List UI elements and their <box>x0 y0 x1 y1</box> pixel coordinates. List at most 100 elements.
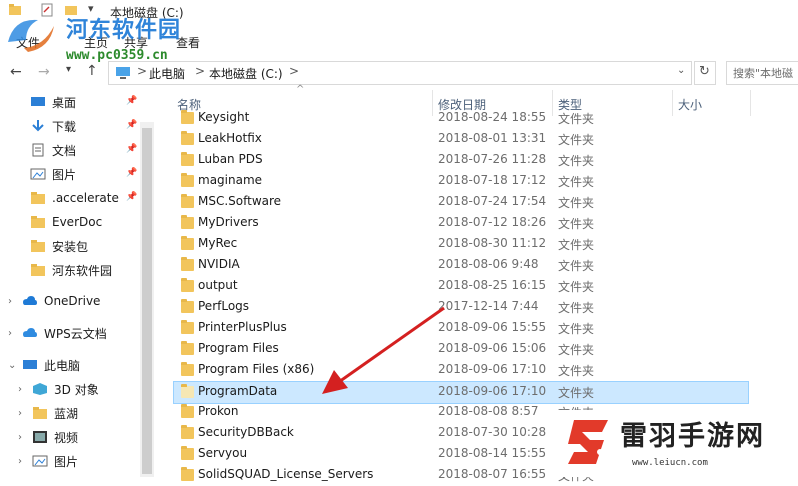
up-arrow-icon[interactable]: ↑ <box>86 63 98 79</box>
file-type: 文件夹 <box>558 238 595 252</box>
recent-locations-icon[interactable]: ▾ <box>66 64 71 75</box>
navigation-pane: 桌面 📌 下载 📌 文档 📌 图片 📌 .accelerate 📌 EverDoc 安装包 河东软件园 ›… <box>0 90 156 477</box>
file-row[interactable]: PerfLogs 2017-12-14 7:44 文件夹 <box>174 297 748 318</box>
file-type: 文件夹 <box>558 322 595 336</box>
sidebar-item-quick-2[interactable]: 文档 <box>30 139 76 161</box>
file-row[interactable]: NVIDIA 2018-08-06 9:48 文件夹 <box>174 255 748 276</box>
picture-icon <box>32 454 48 468</box>
file-name: MyDrivers <box>198 215 259 229</box>
file-name: Luban PDS <box>198 152 263 166</box>
pin-icon[interactable]: 📌 <box>126 120 137 130</box>
sidebar-item-thispc-3[interactable]: › 图片 <box>18 450 78 472</box>
file-type: 文件夹 <box>558 217 595 231</box>
sidebar-item-label: 此电脑 <box>44 358 81 373</box>
folder-icon <box>181 152 194 166</box>
sidebar-item-label: OneDrive <box>44 294 101 308</box>
breadcrumb-drive-c[interactable]: 本地磁盘 (C:) <box>209 65 283 82</box>
file-name: Program Files <box>198 341 279 355</box>
breadcrumb-thispc[interactable]: 此电脑 <box>149 65 185 82</box>
pin-icon[interactable]: 📌 <box>126 96 137 106</box>
file-type: 文件夹 <box>558 343 595 357</box>
folder-icon <box>30 191 46 205</box>
sidebar-item-thispc-2[interactable]: › 视频 <box>18 426 78 448</box>
back-arrow-icon[interactable]: ← <box>10 64 22 80</box>
file-name: PerfLogs <box>198 299 250 313</box>
file-row[interactable]: Luban PDS 2018-07-26 11:28 文件夹 <box>174 150 748 171</box>
file-date: 2018-07-26 11:28 <box>438 152 547 166</box>
forward-arrow-icon[interactable]: → <box>38 64 50 80</box>
folder-icon <box>181 384 194 398</box>
expand-chevron-icon[interactable]: › <box>18 456 22 467</box>
file-name: Program Files (x86) <box>198 362 315 376</box>
refresh-icon: ↻ <box>699 64 710 79</box>
sidebar-item-onedrive[interactable]: › OneDrive <box>8 290 101 312</box>
sidebar-item-quick-5[interactable]: EverDoc <box>30 211 102 233</box>
file-name: MyRec <box>198 236 238 250</box>
search-box[interactable]: 搜索"本地磁 <box>726 61 798 85</box>
brand-name: 雷羽手游网 <box>620 421 765 452</box>
file-date: 2018-07-18 17:12 <box>438 173 547 187</box>
refresh-button[interactable]: ↻ <box>694 61 716 85</box>
file-row[interactable]: output 2018-08-25 16:15 文件夹 <box>174 276 748 297</box>
file-row[interactable]: PrinterPlusPlus 2018-09-06 15:55 文件夹 <box>174 318 748 339</box>
file-row[interactable]: Program Files 2018-09-06 15:06 文件夹 <box>174 339 748 360</box>
expand-chevron-icon[interactable]: › <box>8 296 12 307</box>
column-divider[interactable] <box>750 90 751 116</box>
sidebar-item-quick-7[interactable]: 河东软件园 <box>30 259 112 281</box>
folder-icon <box>181 257 194 271</box>
sidebar-item-thispc-0[interactable]: › 3D 对象 <box>18 378 99 400</box>
sidebar-item-label: 图片 <box>52 167 77 182</box>
pin-icon[interactable]: 📌 <box>126 168 137 178</box>
file-name: output <box>198 278 238 292</box>
watermark-logo-icon <box>8 19 54 52</box>
folder-icon <box>181 131 194 145</box>
folder-icon <box>181 110 194 124</box>
file-row[interactable]: Keysight 2018-08-24 18:55 文件夹 <box>174 108 748 129</box>
expand-chevron-icon[interactable]: ⌄ <box>8 360 16 371</box>
expand-chevron-icon[interactable]: › <box>18 384 22 395</box>
folder-icon <box>30 215 46 229</box>
expand-chevron-icon[interactable]: › <box>8 328 12 339</box>
sidebar-item-quick-4[interactable]: .accelerate <box>30 187 119 209</box>
address-separator: > <box>289 64 300 78</box>
folder-icon <box>32 406 48 420</box>
sidebar-scrollbar-thumb[interactable] <box>142 128 152 474</box>
sidebar-item-quick-0[interactable]: 桌面 <box>30 91 76 113</box>
file-row-selected[interactable]: ProgramData 2018-09-06 17:10 文件夹 <box>173 381 749 404</box>
pin-icon[interactable]: 📌 <box>126 144 137 154</box>
file-date: 2018-08-07 16:55 <box>438 467 547 481</box>
address-separator: > <box>137 64 148 78</box>
sidebar-item-label: WPS云文档 <box>44 326 107 341</box>
file-row[interactable]: MyDrivers 2018-07-12 18:26 文件夹 <box>174 213 748 234</box>
sidebar-item-thispc-1[interactable]: › 蓝湖 <box>18 402 78 424</box>
file-row[interactable]: maginame 2018-07-18 17:12 文件夹 <box>174 171 748 192</box>
sidebar-item-quick-3[interactable]: 图片 <box>30 163 76 185</box>
sidebar-item-thispc[interactable]: ⌄ 此电脑 <box>8 354 81 376</box>
sidebar-item-quick-6[interactable]: 安装包 <box>30 235 88 257</box>
sidebar-item-quick-1[interactable]: 下载 <box>30 115 76 137</box>
file-name: maginame <box>198 173 263 187</box>
expand-chevron-icon[interactable]: › <box>18 432 22 443</box>
expand-chevron-icon[interactable]: › <box>18 408 22 419</box>
address-bar[interactable]: > 此电脑 > 本地磁盘 (C:) > ⌄ <box>108 61 692 85</box>
sidebar-item-label: 桌面 <box>52 95 77 110</box>
folder-icon <box>181 236 194 250</box>
file-row[interactable]: Program Files (x86) 2018-09-06 17:10 文件夹 <box>174 360 748 381</box>
file-name: SolidSQUAD_License_Servers <box>198 467 374 481</box>
file-type: 文件夹 <box>558 175 595 189</box>
file-row[interactable]: MSC.Software 2018-07-24 17:54 文件夹 <box>174 192 748 213</box>
sidebar-item-label: .accelerate <box>52 191 119 205</box>
file-type: 文件夹 <box>558 196 595 210</box>
sidebar-item-label: 下载 <box>52 119 77 134</box>
pin-icon[interactable]: 📌 <box>126 192 137 202</box>
file-row[interactable]: LeakHotfix 2018-08-01 13:31 文件夹 <box>174 129 748 150</box>
sidebar-item-wps[interactable]: › WPS云文档 <box>8 322 107 344</box>
address-dropdown-icon[interactable]: ⌄ <box>677 65 685 76</box>
file-row[interactable]: MyRec 2018-08-30 11:12 文件夹 <box>174 234 748 255</box>
folder-icon <box>181 215 194 229</box>
folder-icon <box>181 404 194 418</box>
folder-icon <box>181 362 194 376</box>
file-type: 文件夹 <box>558 133 595 147</box>
file-date: 2018-08-08 8:57 <box>438 404 539 418</box>
folder-icon <box>30 263 46 277</box>
